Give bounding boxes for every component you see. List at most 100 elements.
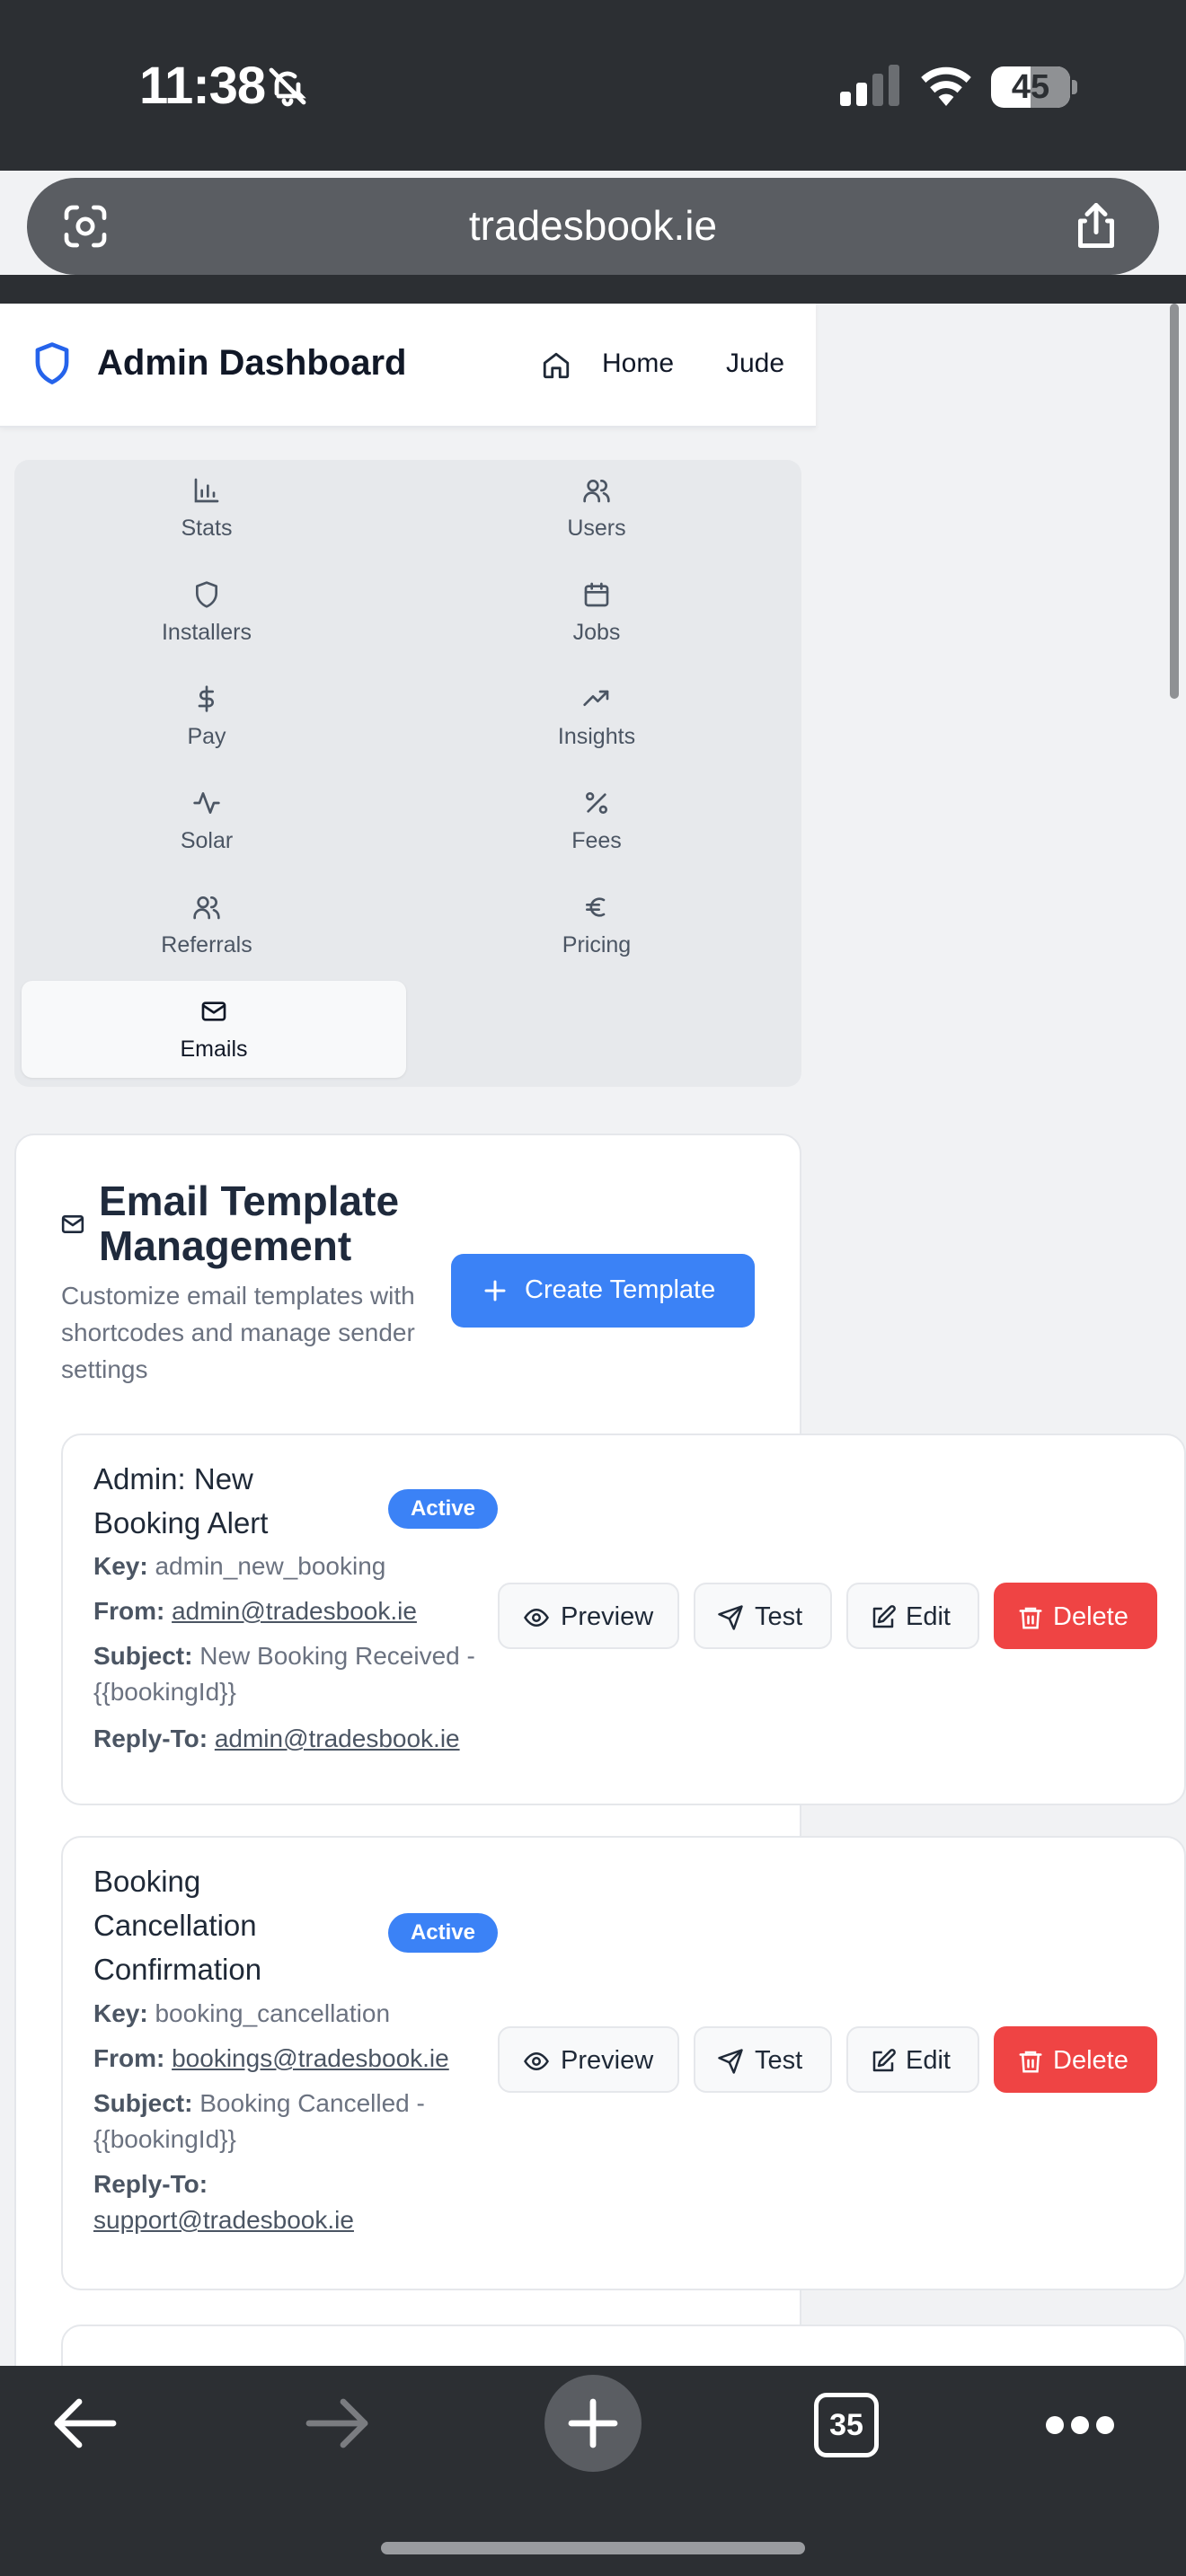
tab-solar[interactable]: Solar xyxy=(14,772,399,869)
section-title: Email Template Management xyxy=(99,1178,400,1269)
tab-label: Solar xyxy=(180,828,234,853)
edit-button[interactable]: Edit xyxy=(846,1583,979,1649)
edit-icon xyxy=(872,1605,896,1628)
more-icon[interactable] xyxy=(1046,2414,1114,2436)
reply-to-email-link[interactable]: support@tradesbook.ie xyxy=(93,2206,354,2234)
template-subject: Subject: New Booking Received - {{bookin… xyxy=(93,1642,475,1706)
status-time: 11:38 xyxy=(139,57,266,115)
calendar-icon xyxy=(584,582,609,607)
tab-pay[interactable]: Pay xyxy=(14,668,399,765)
delete-button[interactable]: Delete xyxy=(994,1583,1157,1649)
site-header: Admin Dashboard Home Jude xyxy=(0,304,816,428)
eye-icon xyxy=(524,1608,549,1628)
shield-icon xyxy=(196,581,217,608)
wifi-icon xyxy=(921,66,971,106)
page-title: Admin Dashboard xyxy=(97,343,407,383)
euro-icon xyxy=(586,897,606,917)
tab-pricing[interactable]: Pricing xyxy=(404,877,789,974)
edit-button[interactable]: Edit xyxy=(846,2026,979,2093)
tab-referrals[interactable]: Referrals xyxy=(14,877,399,974)
test-button[interactable]: Test xyxy=(694,1583,832,1649)
tab-installers[interactable]: Installers xyxy=(14,564,399,661)
tab-label: Pay xyxy=(187,724,226,749)
tab-label: Jobs xyxy=(572,620,621,645)
trash-icon xyxy=(1019,2051,1042,2073)
mail-icon xyxy=(61,1215,84,1233)
tab-label: Fees xyxy=(571,828,622,853)
tab-label: Referrals xyxy=(161,932,252,957)
tab-users[interactable]: Users xyxy=(404,460,789,557)
tab-insights[interactable]: Insights xyxy=(404,668,789,765)
template-name: Booking Cancellation Confirmation xyxy=(93,1865,262,1986)
send-icon xyxy=(718,1605,743,1630)
bell-muted-icon xyxy=(269,67,306,107)
template-subject: Subject: Booking Cancelled - {{bookingId… xyxy=(93,2089,425,2153)
home-indicator xyxy=(381,2542,805,2554)
address-bar[interactable]: tradesbook.ie xyxy=(27,178,1159,275)
users-icon xyxy=(583,480,610,503)
url-text[interactable]: tradesbook.ie xyxy=(27,201,1159,250)
tab-label: Installers xyxy=(161,620,252,645)
tab-label: Pricing xyxy=(562,932,632,957)
status-bar: 11:38 45 xyxy=(0,0,1186,171)
template-name: Admin: New Booking Alert xyxy=(93,1462,269,1539)
tab-label: Insights xyxy=(557,724,636,749)
web-content: Admin Dashboard Home Jude Stats Users In… xyxy=(0,304,1186,2366)
delete-button[interactable]: Delete xyxy=(994,2026,1157,2093)
tabs-button[interactable]: 35 xyxy=(814,2393,879,2457)
edit-icon xyxy=(872,2049,896,2072)
template-card: Admin: New Booking Alert Active Key: adm… xyxy=(61,1434,1186,1805)
tab-fees[interactable]: Fees xyxy=(404,772,789,869)
eye-icon xyxy=(524,2051,549,2071)
tab-label: Emails xyxy=(180,1037,248,1062)
tab-emails[interactable]: Emails xyxy=(22,981,406,1078)
preview-button[interactable]: Preview xyxy=(498,2026,679,2093)
section-description: Customize email templates with shortcode… xyxy=(61,1282,415,1383)
from-email-link[interactable]: bookings@tradesbook.ie xyxy=(172,2044,449,2072)
tab-label: Stats xyxy=(181,516,233,541)
template-key: Key: booking_cancellation xyxy=(93,1999,391,2027)
percent-icon xyxy=(586,792,607,814)
tab-stats[interactable]: Stats xyxy=(14,460,399,557)
battery-level: 45 xyxy=(1011,68,1050,106)
dollar-icon xyxy=(198,685,214,712)
template-card xyxy=(61,2325,1186,2366)
template-from: From: admin@tradesbook.ie xyxy=(93,1597,417,1625)
scrollbar[interactable] xyxy=(1170,304,1179,699)
tab-jobs[interactable]: Jobs xyxy=(404,564,789,661)
plus-icon xyxy=(484,1280,506,1301)
template-card: Booking Cancellation Confirmation Active… xyxy=(61,1836,1186,2290)
users-icon xyxy=(193,896,220,920)
tabs-count: 35 xyxy=(829,2408,863,2442)
tab-label: Users xyxy=(567,516,626,541)
preview-button[interactable]: Preview xyxy=(498,1583,679,1649)
send-icon xyxy=(718,2049,743,2074)
template-reply-to: Reply-To: admin@tradesbook.ie xyxy=(93,1725,460,1752)
bar-chart-icon xyxy=(194,478,219,503)
create-template-button[interactable]: Create Template xyxy=(451,1254,755,1328)
plus-icon xyxy=(568,2398,618,2448)
reply-to-email-link[interactable]: admin@tradesbook.ie xyxy=(215,1725,460,1752)
trending-up-icon xyxy=(583,690,609,706)
activity-icon xyxy=(193,792,220,814)
new-tab-button[interactable] xyxy=(544,2375,642,2472)
cellular-signal-icon xyxy=(840,65,899,106)
status-badge: Active xyxy=(388,1489,498,1529)
back-arrow-icon[interactable] xyxy=(52,2396,117,2450)
trash-icon xyxy=(1019,1607,1042,1629)
test-button[interactable]: Test xyxy=(694,2026,832,2093)
status-badge: Active xyxy=(388,1913,498,1953)
admin-tab-nav: Stats Users Installers Jobs Pay Insights… xyxy=(14,460,801,1087)
forward-arrow-icon[interactable] xyxy=(305,2396,370,2450)
mail-icon xyxy=(201,1001,226,1021)
home-icon[interactable] xyxy=(541,350,571,381)
create-template-label: Create Template xyxy=(525,1275,716,1304)
share-icon[interactable] xyxy=(1069,198,1123,253)
user-menu[interactable]: Jude xyxy=(726,348,784,379)
template-from: From: bookings@tradesbook.ie xyxy=(93,2044,449,2072)
home-link[interactable]: Home xyxy=(602,348,674,379)
template-key: Key: admin_new_booking xyxy=(93,1552,386,1580)
battery-indicator: 45 xyxy=(991,66,1077,108)
shield-logo-icon xyxy=(35,342,69,384)
from-email-link[interactable]: admin@tradesbook.ie xyxy=(172,1597,417,1625)
